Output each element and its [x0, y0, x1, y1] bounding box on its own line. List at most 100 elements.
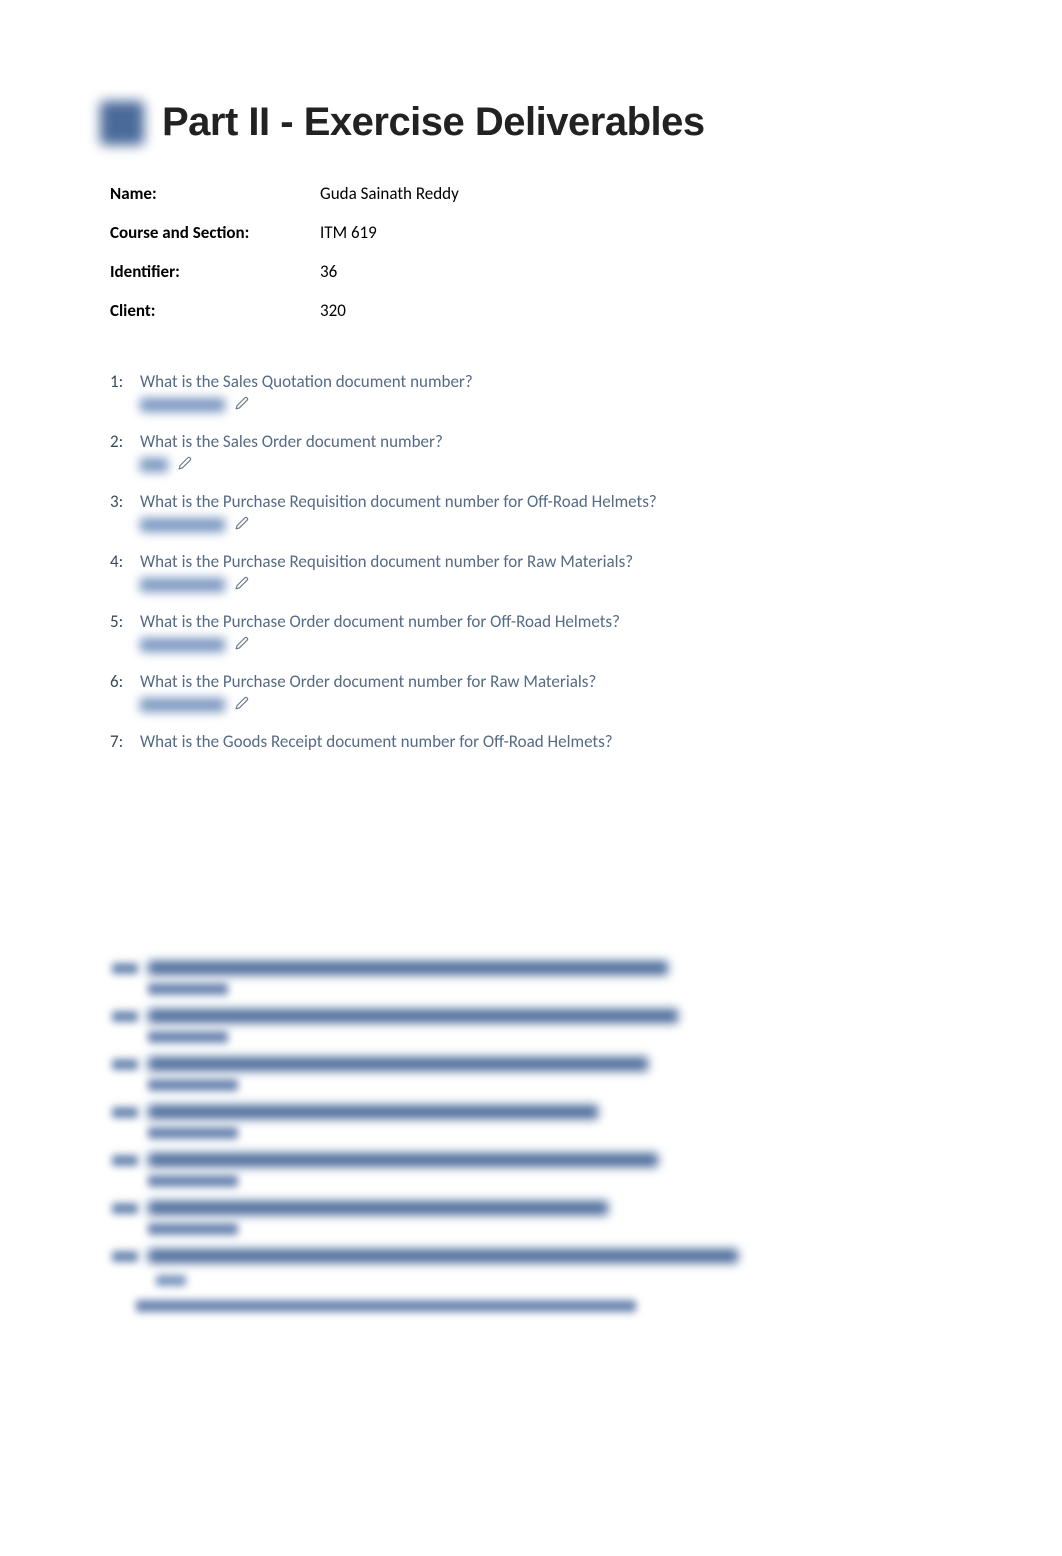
- question-text: What is the Purchase Order document numb…: [140, 611, 620, 632]
- blurred-questions-block: [112, 961, 962, 1286]
- question-number: [110, 551, 140, 572]
- blurred-content: [148, 961, 668, 995]
- question-text: What is the Sales Order document number?: [140, 431, 443, 452]
- content-gap: [100, 791, 962, 951]
- question-item: What is the Purchase Order document numb…: [110, 611, 962, 663]
- blurred-question-text: [148, 1009, 678, 1023]
- blurred-answer-text: [148, 983, 228, 995]
- blurred-content: [148, 1105, 598, 1139]
- question-item: What is the Purchase Order document numb…: [110, 671, 962, 723]
- blurred-small-text: [156, 1275, 186, 1286]
- question-line: What is the Purchase Order document numb…: [110, 671, 596, 692]
- meta-table: Name: Guda Sainath Reddy Course and Sect…: [110, 183, 962, 321]
- blurred-answer: [140, 698, 225, 712]
- meta-value-course: ITM 619: [320, 222, 377, 243]
- question-number: [110, 731, 140, 752]
- meta-value-identifier: 36: [320, 261, 337, 282]
- answer-line: [140, 396, 249, 414]
- blurred-row: [112, 1009, 962, 1043]
- answer-line: [140, 576, 249, 594]
- answer-line: [140, 456, 192, 474]
- blurred-row: [112, 1057, 962, 1091]
- questions-list: What is the Sales Quotation document num…: [110, 371, 962, 783]
- meta-value-name: Guda Sainath Reddy: [320, 183, 459, 204]
- question-item: What is the Purchase Requisition documen…: [110, 491, 962, 543]
- blurred-answer-text: [148, 1175, 238, 1187]
- blurred-answer-text: [148, 1079, 238, 1091]
- question-number: [110, 491, 140, 512]
- blurred-number: [112, 1107, 138, 1118]
- blurred-row: [112, 961, 962, 995]
- blurred-row: [112, 1249, 962, 1286]
- pencil-icon: [235, 696, 249, 715]
- blurred-number: [112, 1203, 138, 1214]
- blurred-content: [148, 1009, 678, 1043]
- pencil-icon: [235, 516, 249, 535]
- question-text: What is the Goods Receipt document numbe…: [140, 731, 613, 752]
- blurred-question-text: [148, 961, 668, 975]
- pencil-icon: [235, 636, 249, 655]
- title-blurred-icon: [100, 101, 144, 145]
- meta-label-course: Course and Section:: [110, 222, 320, 243]
- blurred-question-text: [148, 1105, 598, 1119]
- page-title-row: Part II - Exercise Deliverables: [100, 100, 962, 145]
- blurred-number: [112, 1155, 138, 1166]
- question-item: What is the Purchase Requisition documen…: [110, 551, 962, 603]
- blurred-bottom-line: [136, 1300, 636, 1312]
- blurred-row: [112, 1105, 962, 1139]
- pencil-icon: [235, 576, 249, 595]
- question-text: What is the Purchase Order document numb…: [140, 671, 596, 692]
- blurred-content: [148, 1249, 738, 1286]
- question-line: What is the Sales Order document number?: [110, 431, 443, 452]
- meta-row-course: Course and Section: ITM 619: [110, 222, 962, 243]
- blurred-row: [112, 1201, 962, 1235]
- blurred-question-text: [148, 1201, 608, 1215]
- blurred-question-text: [148, 1153, 658, 1167]
- meta-label-identifier: Identifier:: [110, 261, 320, 282]
- question-item: What is the Sales Quotation document num…: [110, 371, 962, 423]
- question-number: [110, 431, 140, 452]
- blurred-number: [112, 1251, 138, 1262]
- meta-row-name: Name: Guda Sainath Reddy: [110, 183, 962, 204]
- blurred-answer: [140, 578, 225, 592]
- blurred-answer-text: [148, 1127, 238, 1139]
- meta-row-client: Client: 320: [110, 300, 962, 321]
- blurred-number: [112, 963, 138, 974]
- question-item: What is the Sales Order document number?: [110, 431, 962, 483]
- blurred-content: [148, 1201, 608, 1235]
- meta-row-identifier: Identifier: 36: [110, 261, 962, 282]
- meta-value-client: 320: [320, 300, 346, 321]
- question-line: What is the Purchase Requisition documen…: [110, 551, 633, 572]
- question-text: What is the Purchase Requisition documen…: [140, 491, 657, 512]
- question-number: [110, 671, 140, 692]
- question-text: What is the Sales Quotation document num…: [140, 371, 473, 392]
- question-number: [110, 611, 140, 632]
- question-line: What is the Purchase Requisition documen…: [110, 491, 657, 512]
- page-title: Part II - Exercise Deliverables: [162, 100, 705, 145]
- meta-label-client: Client:: [110, 300, 320, 321]
- blurred-answer: [140, 458, 168, 472]
- question-item: What is the Goods Receipt document numbe…: [110, 731, 962, 783]
- blurred-answer: [140, 638, 225, 652]
- question-line: What is the Purchase Order document numb…: [110, 611, 620, 632]
- answer-line: [140, 636, 249, 654]
- blurred-answer-text: [148, 1223, 238, 1235]
- blurred-row: [112, 1153, 962, 1187]
- blurred-answer: [140, 398, 225, 412]
- pencil-icon: [178, 456, 192, 475]
- blurred-number: [112, 1011, 138, 1022]
- pencil-icon: [235, 396, 249, 415]
- blurred-content: [148, 1057, 648, 1091]
- question-line: What is the Goods Receipt document numbe…: [110, 731, 613, 752]
- question-text: What is the Purchase Requisition documen…: [140, 551, 633, 572]
- blurred-answer: [140, 518, 225, 532]
- blurred-question-text: [148, 1057, 648, 1071]
- blurred-question-text: [148, 1249, 738, 1263]
- meta-label-name: Name:: [110, 183, 320, 204]
- answer-line: [140, 696, 249, 714]
- blurred-answer-text: [148, 1031, 228, 1043]
- question-number: [110, 371, 140, 392]
- question-line: What is the Sales Quotation document num…: [110, 371, 473, 392]
- answer-line: [140, 516, 249, 534]
- blurred-content: [148, 1153, 658, 1187]
